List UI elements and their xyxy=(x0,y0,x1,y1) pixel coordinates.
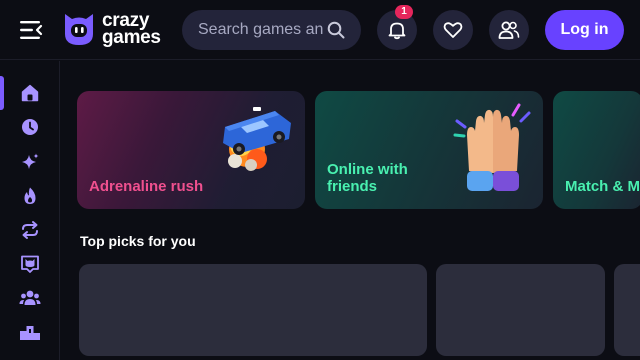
podium-icon xyxy=(19,326,40,340)
category-card-match-merge[interactable]: Match & Merge xyxy=(553,91,640,209)
top-header: crazy games 1 Log in xyxy=(0,0,640,60)
category-card-adrenaline-rush[interactable]: Adrenaline rush xyxy=(77,91,305,209)
favorites-button[interactable] xyxy=(433,10,473,50)
game-tile[interactable] xyxy=(79,264,427,356)
friends-button[interactable] xyxy=(489,10,529,50)
bell-icon xyxy=(388,22,406,40)
home-icon xyxy=(21,84,38,102)
game-tile[interactable] xyxy=(436,264,605,356)
sidebar xyxy=(0,61,60,360)
logo-wordmark: crazy games xyxy=(102,11,161,48)
heart-icon xyxy=(443,22,463,38)
high-five-icon xyxy=(453,103,531,191)
game-tile[interactable] xyxy=(614,264,640,356)
category-card-online-with-friends[interactable]: Online with friends xyxy=(315,91,543,209)
clock-icon xyxy=(21,119,38,135)
sidebar-item-updated[interactable] xyxy=(0,213,59,247)
sparkle-icon xyxy=(21,153,38,169)
menu-toggle-icon[interactable] xyxy=(18,18,44,42)
flame-icon xyxy=(24,187,35,204)
sidebar-item-originals[interactable] xyxy=(0,247,59,281)
sidebar-item-multiplayer[interactable] xyxy=(0,281,59,315)
sidebar-item-leaderboard[interactable] xyxy=(0,315,59,349)
refresh-icon xyxy=(21,221,38,239)
section-title-top-picks: Top picks for you xyxy=(80,233,196,249)
logo-mark-icon xyxy=(65,14,93,45)
car-explosion-icon xyxy=(223,107,291,171)
logo-line-games: games xyxy=(102,27,161,48)
sidebar-item-trending[interactable] xyxy=(0,179,59,213)
search-bar[interactable] xyxy=(182,10,361,50)
sidebar-item-home[interactable] xyxy=(0,76,59,110)
notification-badge: 1 xyxy=(395,5,413,19)
search-icon[interactable] xyxy=(327,21,345,39)
sidebar-item-recent[interactable] xyxy=(0,110,59,144)
category-label: Online with friends xyxy=(327,161,408,195)
category-label: Adrenaline rush xyxy=(89,178,204,195)
category-label: Match & Merge xyxy=(565,178,640,195)
search-input[interactable] xyxy=(198,20,324,40)
users-icon xyxy=(498,21,520,39)
sidebar-item-new[interactable] xyxy=(0,145,59,179)
logo-icon xyxy=(20,255,39,273)
crazygames-logo[interactable]: crazy games xyxy=(62,10,172,50)
login-button[interactable]: Log in xyxy=(545,10,624,50)
group-icon xyxy=(19,290,40,305)
